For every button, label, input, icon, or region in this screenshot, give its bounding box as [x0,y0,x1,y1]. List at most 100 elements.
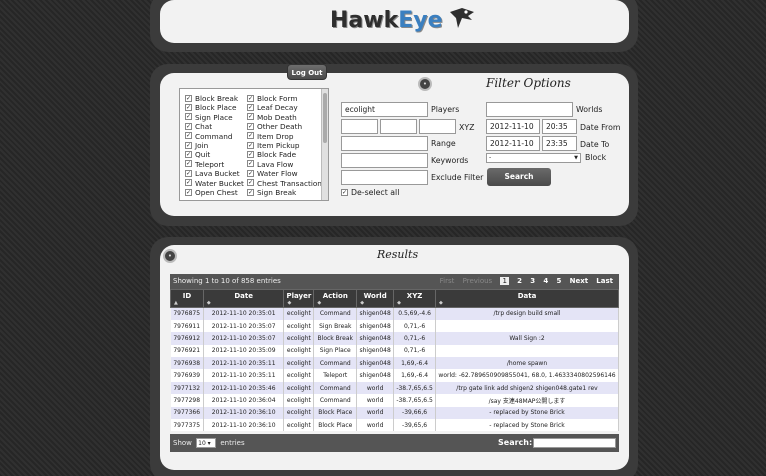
table-cell: Command [313,381,358,395]
page-button-4[interactable]: 4 [543,277,548,285]
action-checkbox[interactable]: ✓ Join [185,141,208,150]
page-button-3[interactable]: 3 [530,277,535,285]
keywords-input[interactable] [341,153,428,168]
logout-button[interactable]: Log Out [287,64,327,80]
page-button-current[interactable]: 1 [500,277,509,285]
time-to-input[interactable]: 23:35 [542,136,577,151]
action-checkbox[interactable]: ✓ Block Place [185,103,236,112]
table-cell: ecolight [283,381,315,395]
z-input[interactable] [419,119,456,134]
action-checkbox[interactable]: ✓ Other Death [247,122,302,131]
checkbox[interactable]: ✓ [185,150,192,158]
action-checkbox[interactable]: ✓ Teleport [185,160,224,169]
last-page-button[interactable]: Last [596,277,613,285]
column-header-player[interactable]: Player ◆ [283,289,315,308]
exclude-filter-input[interactable] [341,170,428,185]
action-list-scrollbar[interactable] [321,89,328,200]
checkbox[interactable]: ✓ [185,113,192,121]
table-search-input[interactable] [533,438,616,448]
table-row[interactable]: 7976939 2012-11-10 20:35:11 ecolight Telepo… [170,369,619,382]
checkbox[interactable]: ✓ [185,179,192,187]
checkbox[interactable]: ✓ [247,132,254,140]
table-row[interactable]: 7976875 2012-11-10 20:35:01 ecolight Comman… [170,307,619,320]
action-checkbox[interactable]: ✓ Leaf Decay [247,103,298,112]
collapse-filter-icon[interactable]: • [418,77,432,91]
block-select[interactable]: - ▼ [486,153,581,163]
checkbox[interactable]: ✓ [185,103,192,111]
column-header-id[interactable]: ID ▲ [170,289,204,308]
table-row[interactable]: 7976938 2012-11-10 20:35:11 ecolight Comman… [170,357,619,370]
time-from-input[interactable]: 20:35 [542,119,577,134]
column-header-data[interactable]: Data ◆ [435,289,619,308]
action-checkbox[interactable]: ✓ Lava Bucket [185,169,240,178]
previous-page-button[interactable]: Previous [463,277,493,285]
checkbox[interactable]: ✓ [247,179,254,187]
action-checkbox[interactable]: ✓ Chest Transaction [247,179,322,188]
table-cell: 2012-11-10 20:35:09 [203,344,285,358]
table-row[interactable]: 7977132 2012-11-10 20:35:46 ecolight Comman… [170,381,619,395]
action-list[interactable]: ✓ Block Break ✓ Block Place ✓ Sign Place ✓ Chat… [179,88,329,201]
checkbox[interactable]: ✓ [247,113,254,121]
table-row[interactable]: 7976912 2012-11-10 20:35:07 ecolight Block … [170,332,619,345]
action-checkbox[interactable]: ✓ Water Bucket [185,179,244,188]
table-cell: 7976939 [170,369,204,382]
column-header-world[interactable]: World ◆ [356,289,395,308]
checkbox[interactable]: ✓ [247,103,254,111]
table-row[interactable]: 7977366 2012-11-10 20:36:10 ecolight Block … [170,406,619,420]
first-page-button[interactable]: First [440,277,455,285]
action-checkbox[interactable]: ✓ Item Pickup [247,141,299,150]
action-checkbox[interactable]: ✓ Water Flow [247,169,298,178]
action-checkbox[interactable]: ✓ Block Form [247,94,297,103]
y-input[interactable] [380,119,417,134]
action-label: Lava Bucket [195,169,240,179]
checkbox[interactable]: ✓ [247,169,254,177]
action-checkbox[interactable]: ✓ Block Break [185,94,238,103]
table-cell: - replaced by Stone Brick [435,406,619,420]
table-row[interactable]: 7977375 2012-11-10 20:36:10 ecolight Block … [170,419,619,432]
block-label: Block [585,153,607,162]
action-checkbox[interactable]: ✓ Sign Break [247,188,296,197]
column-header-date[interactable]: Date ◆ [202,289,285,308]
column-header-action[interactable]: Action ◆ [313,289,358,308]
table-row[interactable]: 7976911 2012-11-10 20:35:07 ecolight Sign B… [170,319,619,333]
table-row[interactable]: 7976921 2012-11-10 20:35:09 ecolight Sign P… [170,344,619,358]
checkbox[interactable]: ✓ [247,150,254,158]
players-input[interactable]: ecolight [341,102,428,117]
page-size-select[interactable]: 10 ▾ [196,438,217,448]
checkbox[interactable]: ✓ [247,122,254,130]
collapse-results-icon[interactable]: • [163,249,177,263]
column-header-xyz[interactable]: XYZ ◆ [393,289,437,308]
checkbox[interactable]: ✓ [247,141,254,149]
x-input[interactable] [341,119,378,134]
table-cell: 2012-11-10 20:36:10 [203,419,285,432]
checkbox[interactable]: ✓ [185,132,192,140]
checkbox[interactable]: ✓ [247,94,254,102]
table-row[interactable]: 7977298 2012-11-10 20:36:04 ecolight Comman… [170,394,619,407]
checkbox[interactable]: ✓ [185,94,192,102]
next-page-button[interactable]: Next [570,277,588,285]
page-button-5[interactable]: 5 [556,277,561,285]
checkbox[interactable]: ✓ [185,160,192,168]
worlds-input[interactable] [486,102,573,117]
action-checkbox[interactable]: ✓ Quit [185,150,210,159]
checkbox[interactable]: ✓ [185,122,192,130]
checkbox[interactable]: ✓ [247,160,254,168]
checkbox[interactable]: ✓ [185,169,192,177]
search-button[interactable]: Search [487,168,551,186]
action-checkbox[interactable]: ✓ Block Fade [247,150,296,159]
checkbox[interactable]: ✓ [247,188,254,196]
date-from-input[interactable]: 2012-11-10 [486,119,540,134]
action-checkbox[interactable]: ✓ Mob Death [247,113,297,122]
action-checkbox[interactable]: ✓ Item Drop [247,132,293,141]
action-checkbox[interactable]: ✓ Chat [185,122,212,131]
checkbox[interactable]: ✓ [185,188,192,196]
page-button-2[interactable]: 2 [517,277,522,285]
action-checkbox[interactable]: ✓ Sign Place [185,113,233,122]
checkbox[interactable]: ✓ [185,141,192,149]
action-checkbox[interactable]: ✓ Open Chest [185,188,238,197]
deselect-all-toggle[interactable]: ✓ De-select all [341,188,399,197]
action-checkbox[interactable]: ✓ Lava Flow [247,160,293,169]
action-checkbox[interactable]: ✓ Command [185,132,233,141]
date-to-input[interactable]: 2012-11-10 [486,136,540,151]
range-input[interactable] [341,136,428,151]
